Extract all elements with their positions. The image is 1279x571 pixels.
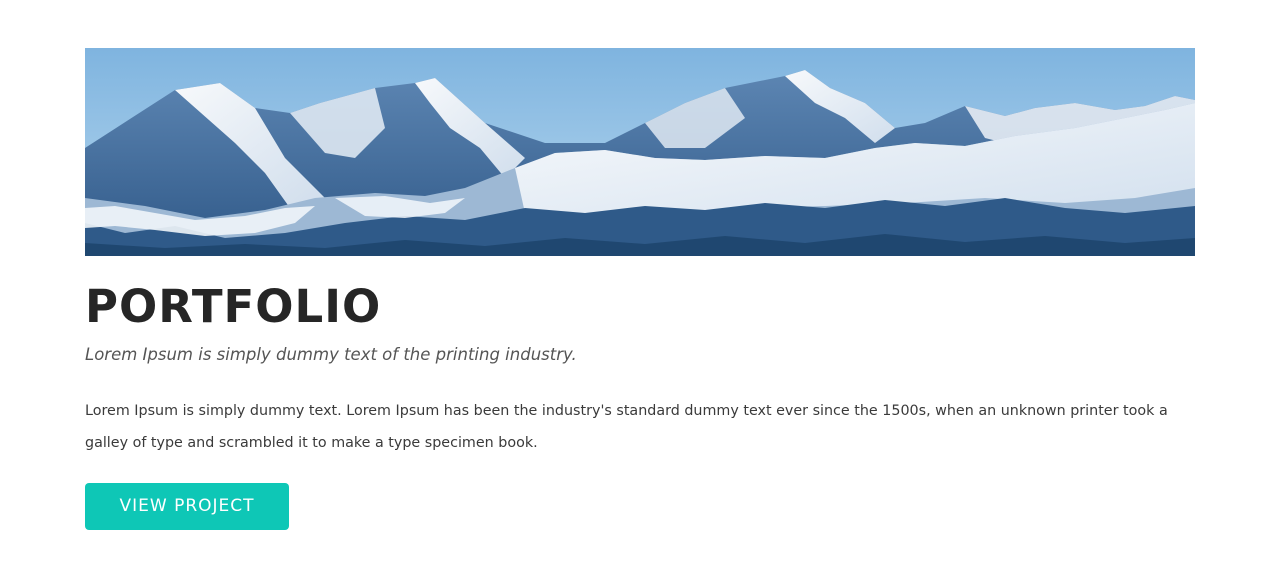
portfolio-card: PORTFOLIO Lorem Ipsum is simply dummy te… (85, 48, 1195, 530)
subtitle: Lorem Ipsum is simply dummy text of the … (85, 345, 577, 364)
description-text: Lorem Ipsum is simply dummy text. Lorem … (85, 403, 1168, 451)
view-project-button[interactable]: VIEW PROJECT (85, 483, 289, 530)
hero-banner-image (85, 48, 1195, 256)
page-title: PORTFOLIO (85, 280, 382, 333)
